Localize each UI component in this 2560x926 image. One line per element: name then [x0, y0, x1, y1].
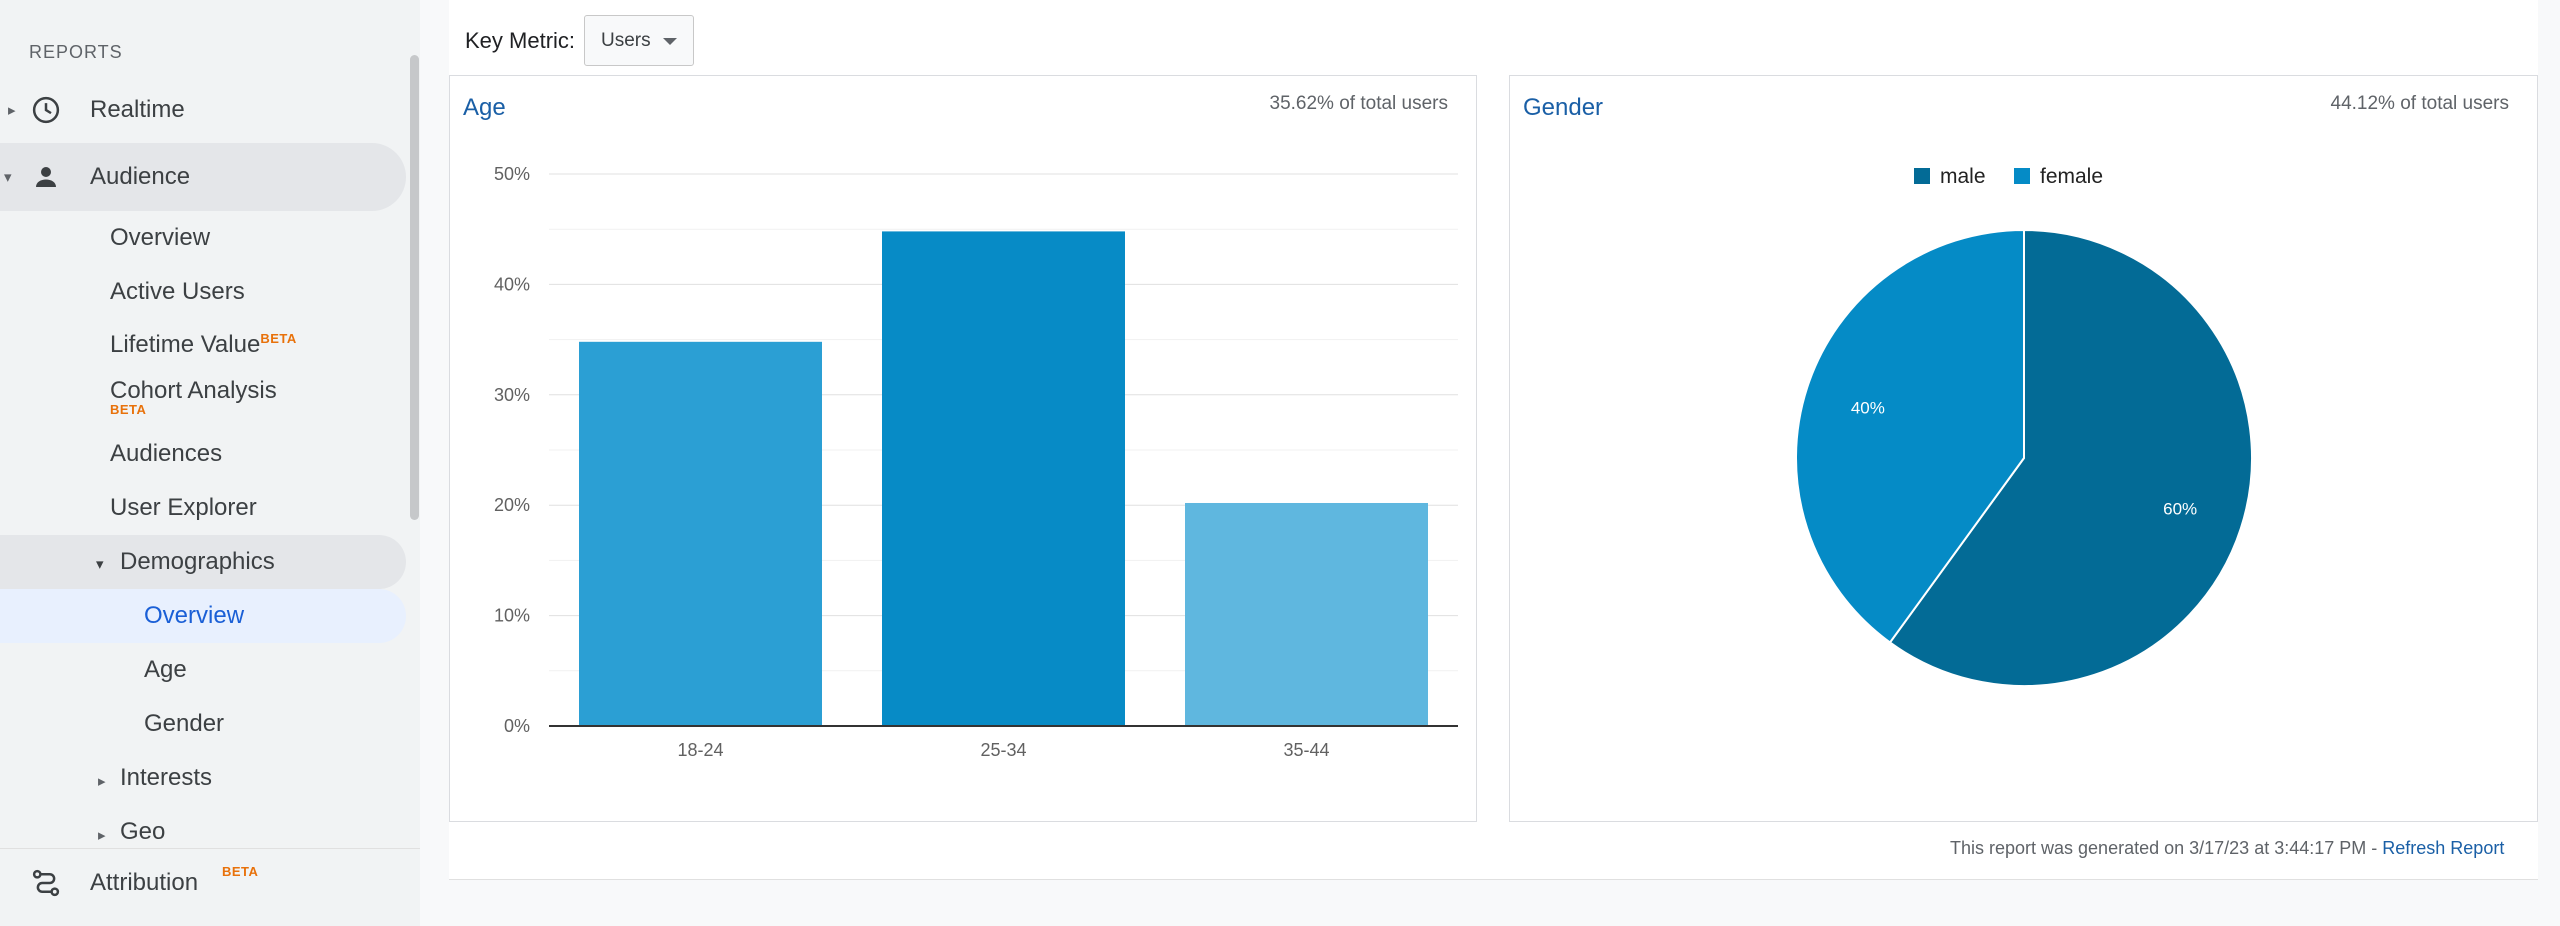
lifetime-value-label: Lifetime Value: [110, 331, 261, 358]
bar-35-44[interactable]: [1185, 502, 1428, 726]
caret-down-icon: ▾: [4, 169, 12, 186]
reports-section-label: REPORTS: [29, 42, 123, 62]
chevron-down-icon: [663, 38, 677, 45]
y-tick-label: 0%: [504, 716, 530, 736]
y-tick-label: 40%: [494, 274, 530, 294]
beta-badge: BETA: [222, 864, 259, 879]
sidebar: REPORTS ▸ Realtime ▾ Audience Overview A…: [0, 0, 420, 926]
sidebar-item-audience-label: Audience: [90, 163, 191, 190]
y-tick-label: 20%: [494, 495, 530, 515]
sidebar-item-demographics-gender[interactable]: Gender: [144, 710, 224, 738]
key-metric-dropdown[interactable]: Users: [584, 15, 694, 66]
y-tick-label: 30%: [494, 385, 530, 405]
sidebar-item-audience-overview[interactable]: Overview: [110, 224, 210, 252]
bar-18-24[interactable]: [579, 341, 822, 726]
sidebar-item-demographics[interactable]: Demographics: [120, 548, 275, 576]
age-panel: Age 35.62% of total users 0% 10% 20% 30% 40%…: [449, 75, 1477, 822]
bar-25-34[interactable]: [882, 231, 1125, 726]
attribution-icon: [28, 865, 64, 901]
pie-label-male: 60%: [2163, 500, 2197, 519]
legend-swatch-male: [1914, 168, 1930, 184]
gender-pie-chart: male female 60% 40%: [1795, 165, 2253, 687]
cohort-analysis-label: Cohort Analysis: [110, 377, 277, 404]
caret-down-icon: ▾: [96, 556, 104, 573]
x-tick-label: 25-34: [980, 740, 1026, 760]
caret-right-icon: ▸: [98, 827, 106, 844]
sidebar-item-demographics-age[interactable]: Age: [144, 656, 187, 684]
sidebar-item-user-explorer[interactable]: User Explorer: [110, 494, 257, 522]
sidebar-item-attribution-label: Attribution: [90, 869, 199, 896]
sidebar-item-audience[interactable]: ▾ Audience: [0, 144, 406, 210]
y-tick-label: 50%: [494, 164, 530, 184]
sidebar-divider: [0, 848, 420, 849]
x-tick-label: 35-44: [1283, 740, 1329, 760]
main-divider: [449, 879, 2538, 880]
sidebar-item-active-users[interactable]: Active Users: [110, 278, 245, 306]
beta-badge: BETA: [260, 331, 297, 346]
refresh-report-link[interactable]: Refresh Report: [2382, 838, 2504, 858]
sidebar-item-interests[interactable]: Interests: [120, 764, 212, 792]
sidebar-item-realtime-label: Realtime: [90, 96, 185, 123]
gender-panel: Gender 44.12% of total users male female 6…: [1509, 75, 2538, 822]
key-metric-label: Key Metric:: [465, 28, 576, 53]
sidebar-item-geo[interactable]: Geo: [120, 818, 165, 846]
sidebar-item-cohort-analysis[interactable]: Cohort Analysis BETA: [110, 377, 277, 417]
caret-right-icon: ▸: [8, 102, 16, 119]
sidebar-item-attribution[interactable]: Attribution BETA: [0, 850, 406, 916]
key-metric-value: Users: [601, 29, 651, 51]
sidebar-item-realtime[interactable]: ▸ Realtime: [0, 77, 406, 143]
report-generated-text: This report was generated on 3/17/23 at …: [1950, 838, 2504, 859]
pie-label-female: 40%: [1851, 398, 1885, 417]
sidebar-scrollbar[interactable]: [410, 55, 419, 520]
age-bar-chart: 0% 10% 20% 30% 40% 50% 18-24 25-34 35-44: [494, 164, 1458, 760]
sidebar-item-lifetime-value[interactable]: Lifetime ValueBETA: [110, 331, 297, 359]
x-tick-label: 18-24: [677, 740, 723, 760]
generated-timestamp: This report was generated on 3/17/23 at …: [1950, 838, 2383, 858]
y-tick-label: 10%: [494, 606, 530, 626]
legend-label-female: female: [2040, 165, 2103, 188]
legend-label-male: male: [1940, 165, 1986, 188]
person-icon: [28, 159, 64, 195]
sidebar-item-demographics-overview[interactable]: Overview: [144, 602, 244, 630]
clock-icon: [28, 92, 64, 128]
legend-swatch-female: [2014, 168, 2030, 184]
sidebar-item-audiences[interactable]: Audiences: [110, 440, 222, 468]
caret-right-icon: ▸: [98, 773, 106, 790]
